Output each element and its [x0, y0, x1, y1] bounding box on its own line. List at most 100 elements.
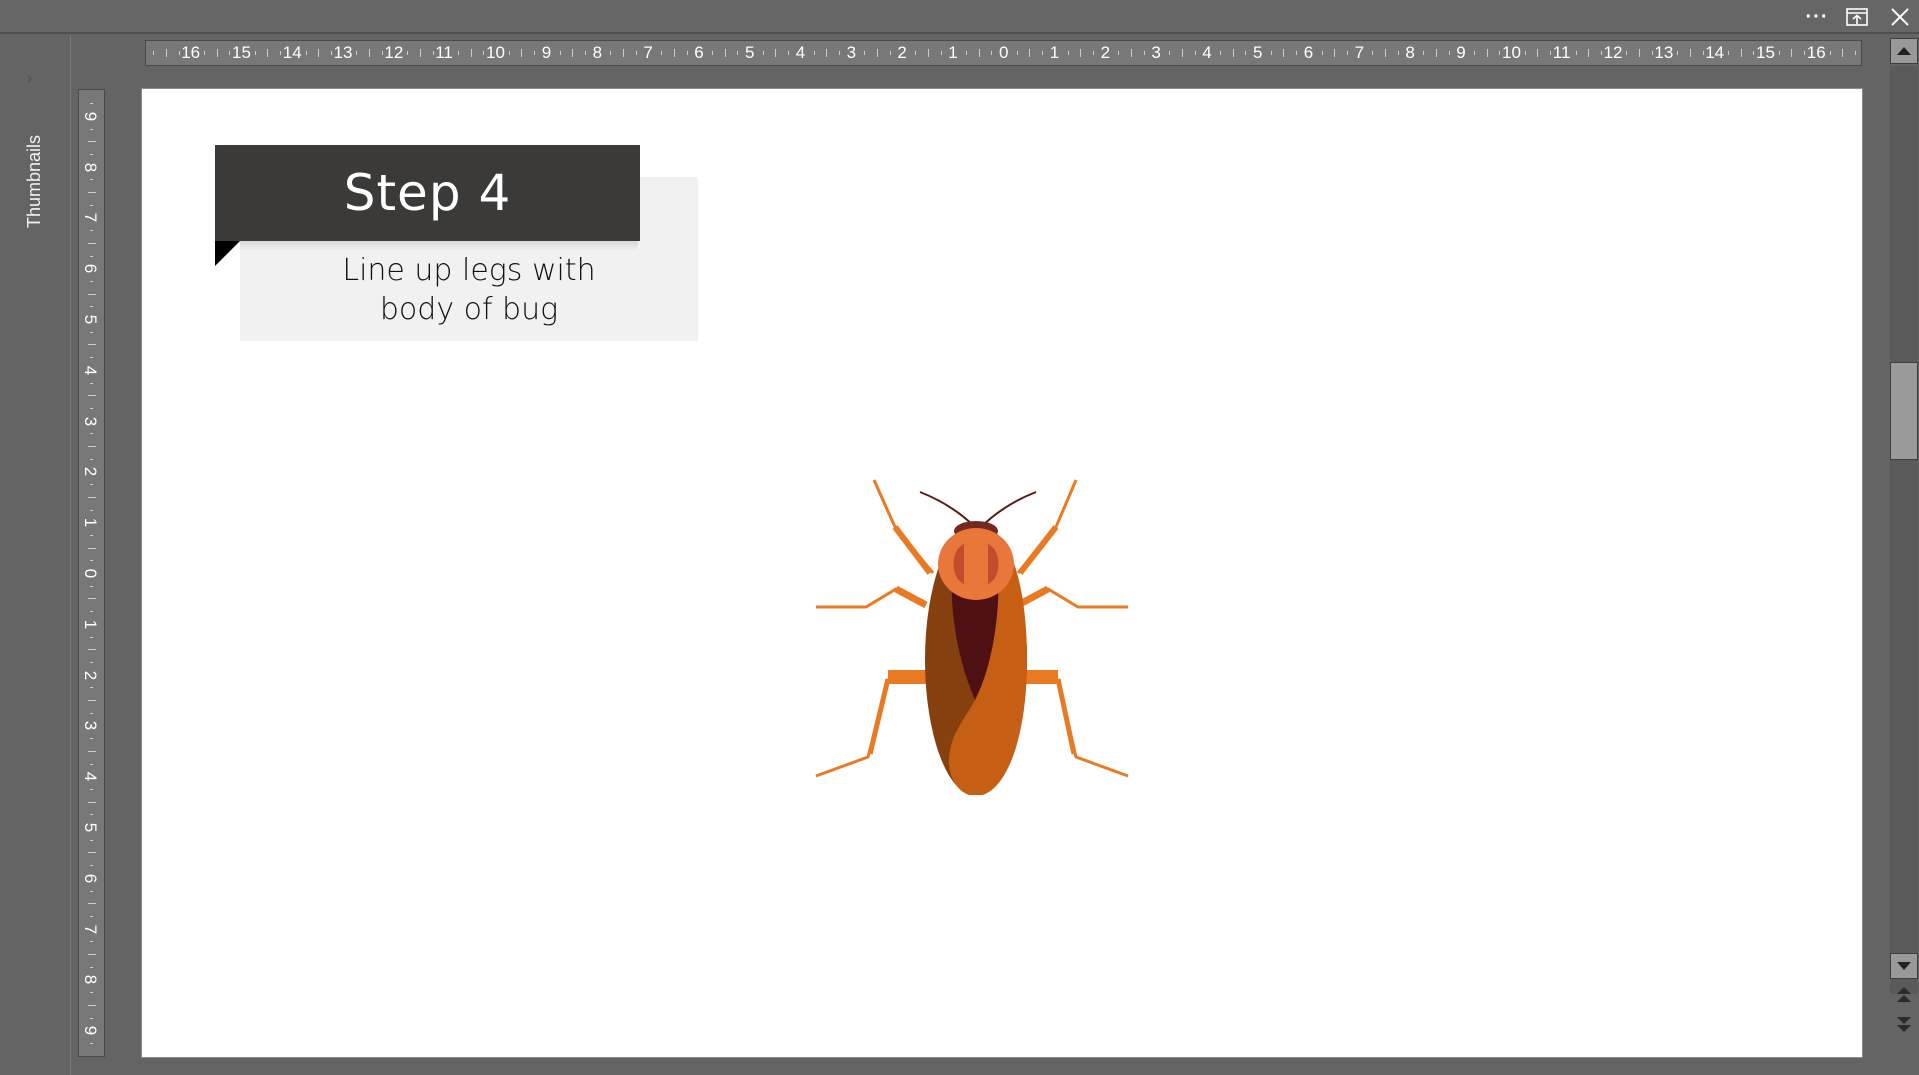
ruler-tick — [90, 331, 93, 333]
ruler-tick — [90, 890, 93, 892]
ruler-tick — [90, 839, 93, 841]
scrollbar-thumb[interactable] — [1890, 362, 1918, 460]
ruler-tick — [419, 49, 421, 57]
ruler-tick — [1854, 51, 1856, 55]
step-description-line-2: body of bug — [379, 292, 559, 327]
ruler-tick — [318, 49, 320, 57]
ruler-tick — [88, 446, 96, 447]
ruler-tick — [178, 51, 180, 55]
ruler-tick — [940, 51, 942, 55]
scrollbar-track[interactable] — [1890, 66, 1918, 994]
ruler-tick — [724, 49, 726, 57]
ruler-tick — [90, 865, 93, 867]
ruler-label: 8 — [1405, 43, 1415, 62]
ruler-tick — [673, 49, 675, 57]
ruler-tick — [381, 51, 383, 55]
scroll-down-button[interactable] — [1890, 953, 1918, 979]
ruler-tick — [1346, 51, 1348, 55]
ruler-tick — [534, 51, 536, 55]
antenna-right — [979, 491, 1037, 529]
ruler-label: 5 — [81, 822, 101, 833]
chevron-right-icon[interactable]: › — [27, 70, 32, 88]
ruler-label: 7 — [81, 924, 101, 934]
ruler-tick — [88, 852, 96, 854]
ruler-label: 15 — [232, 43, 251, 62]
ruler-tick — [90, 433, 93, 435]
close-button[interactable] — [1885, 4, 1915, 30]
slide-canvas[interactable]: Step 4 Line up legs with body of bug — [142, 89, 1862, 1057]
ruler-label: 4 — [81, 771, 101, 782]
ruler-tick — [991, 51, 993, 55]
ruler-label: 9 — [81, 1025, 101, 1036]
ruler-tick — [1143, 51, 1145, 55]
ruler-tick — [88, 547, 96, 549]
ruler-tick — [1118, 51, 1120, 55]
step-title-box[interactable]: Step 4 — [215, 145, 640, 241]
vertical-ruler: 9 8 7 6 5 4 3 2 1 0 1 2 3 4 5 6 7 8 9 — [78, 89, 105, 1057]
ruler-tick — [470, 49, 472, 57]
cockroach-illustration[interactable] — [808, 470, 1133, 795]
ruler-tick — [90, 966, 93, 968]
ruler-tick — [280, 51, 282, 55]
ruler-tick — [521, 49, 523, 57]
ruler-tick — [90, 611, 93, 613]
ruler-tick — [1042, 51, 1044, 55]
ruler-tick — [572, 49, 574, 57]
ruler-tick — [1829, 51, 1831, 55]
ruler-tick — [877, 49, 878, 57]
previous-slide-icon — [1897, 987, 1911, 1002]
ruler-tick — [90, 204, 93, 206]
ruler-tick — [813, 51, 815, 55]
ruler-tick — [90, 1042, 93, 1044]
ruler-tick — [90, 534, 93, 536]
scroll-up-button[interactable] — [1890, 38, 1918, 64]
ruler-tick — [915, 51, 917, 55]
ruler-label: 6 — [81, 263, 101, 274]
ruler-label: 8 — [81, 162, 101, 172]
ruler-tick — [1448, 51, 1450, 55]
ruler-tick — [1385, 49, 1386, 57]
ruler-tick — [635, 51, 637, 55]
ruler-label: 1 — [1049, 43, 1060, 62]
thumbnails-pane: › Thumbnails — [0, 36, 71, 1075]
next-slide-button[interactable] — [1890, 1014, 1918, 1036]
ruler-label: 9 — [81, 111, 101, 122]
ruler-tick — [1232, 49, 1234, 57]
previous-slide-button[interactable] — [1890, 984, 1918, 1006]
ruler-tick — [90, 458, 93, 460]
more-options-button[interactable]: ··· — [1802, 4, 1832, 30]
ruler-tick — [90, 230, 93, 232]
restore-window-button[interactable] — [1842, 4, 1872, 30]
ruler-label: 2 — [81, 467, 101, 477]
ruler-tick — [1092, 51, 1094, 55]
ruler-tick — [90, 941, 93, 943]
ruler-tick — [203, 51, 205, 55]
ruler-tick — [1029, 49, 1031, 57]
ruler-tick — [229, 51, 231, 55]
scroll-up-arrow-icon — [1897, 47, 1911, 55]
ruler-tick — [1791, 49, 1793, 57]
more-dots-icon: ··· — [1805, 5, 1829, 28]
ruler-tick — [762, 51, 764, 55]
ruler-label: 2 — [1100, 43, 1111, 62]
ruler-tick — [457, 51, 459, 55]
ruler-tick — [737, 51, 739, 55]
ruler-tick — [1473, 51, 1475, 55]
ruler-tick — [90, 915, 93, 917]
ruler-tick — [88, 750, 96, 752]
ruler-tick — [623, 49, 624, 57]
ruler-tick — [88, 192, 96, 193]
ruler-tick — [1804, 51, 1806, 55]
ruler-tick — [1537, 49, 1539, 57]
ruler-tick — [1435, 49, 1437, 57]
thumbnails-toggle[interactable]: Thumbnails — [24, 135, 45, 228]
vertical-scrollbar[interactable] — [1889, 36, 1919, 1075]
ruler-tick — [356, 51, 358, 55]
ruler-label: 3 — [81, 721, 101, 731]
ruler-label: 16 — [181, 43, 201, 62]
ruler-tick — [407, 51, 409, 55]
ruler-tick — [1575, 51, 1577, 55]
ruler-tick — [1524, 51, 1526, 55]
ruler-tick — [88, 903, 96, 905]
ruler-tick — [1067, 51, 1069, 55]
